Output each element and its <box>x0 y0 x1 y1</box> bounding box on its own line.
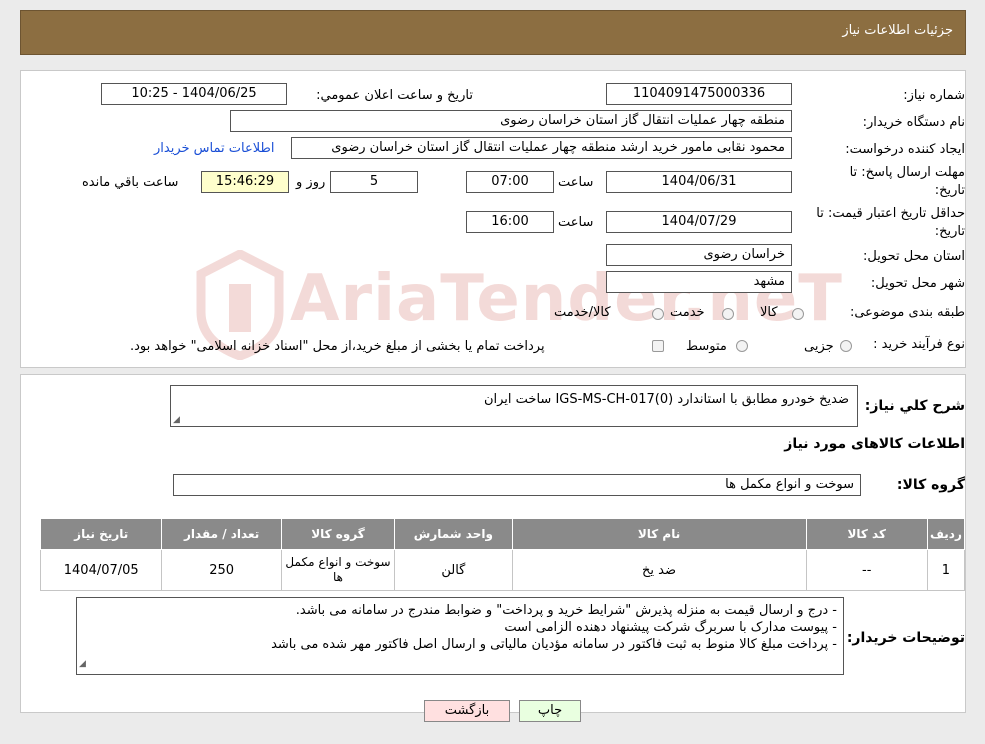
city-field: مشهد <box>606 271 792 293</box>
treasury-note: پرداخت تمام یا بخشی از مبلغ خرید،از محل … <box>130 339 545 354</box>
col-code: کد کالا <box>805 518 928 550</box>
table-header-row: ردیف کد کالا نام کالا واحد شمارش گروه کا… <box>39 518 966 550</box>
remaining-time-field: 15:46:29 <box>201 171 289 193</box>
province-label: استان محل تحویل: <box>863 249 965 264</box>
cell-quantity: 250 <box>161 549 282 591</box>
goods-group-label: گروه کالا: <box>896 477 965 493</box>
process-radio-medium[interactable] <box>736 340 748 352</box>
category-option-goods-service: کالا/خدمت <box>554 305 611 320</box>
category-option-service: خدمت <box>670 305 705 320</box>
buyer-note-line: - پرداخت مبلغ کالا منوط به ثبت فاکتور در… <box>271 637 837 652</box>
remaining-time-label: ساعت باقي مانده <box>82 175 179 190</box>
buyer-notes-field: - درج و ارسال قیمت به منزله پذیرش "شرایط… <box>76 597 844 675</box>
category-label: طبقه بندی موضوعی: <box>849 305 965 320</box>
buyer-label: نام دستگاه خریدار: <box>862 115 965 130</box>
resize-grip-icon[interactable]: ◢ <box>173 415 180 425</box>
col-name: نام کالا <box>511 518 807 550</box>
cell-name: ضد یخ <box>511 549 807 591</box>
table-row: 1 -- ضد یخ گالن سوخت و انواع مکمل ها 250… <box>39 549 966 591</box>
requester-field: محمود نقابی مامور خرید ارشد منطقه چهار ع… <box>291 137 792 159</box>
col-quantity: تعداد / مقدار <box>161 518 282 550</box>
description-text: ضدیخ خودرو مطابق با استاندارد IGS-MS-CH-… <box>483 392 849 407</box>
description-field: ضدیخ خودرو مطابق با استاندارد IGS-MS-CH-… <box>170 385 858 427</box>
back-button[interactable]: بازگشت <box>424 700 510 722</box>
category-radio-goods-service[interactable] <box>652 308 664 320</box>
page-title: جزئیات اطلاعات نیاز <box>842 23 953 38</box>
deadline-label-line2: تاریخ: <box>934 183 965 198</box>
col-unit: واحد شمارش <box>394 518 513 550</box>
deadline-time-field: 07:00 <box>466 171 554 193</box>
process-option-medium: متوسط <box>686 339 727 354</box>
col-date: تاریخ نیاز <box>39 518 163 550</box>
announce-field: 1404/06/25 - 10:25 <box>101 83 287 105</box>
col-row: ردیف <box>926 518 966 550</box>
print-button[interactable]: چاپ <box>519 700 581 722</box>
province-field: خراسان رضوی <box>606 244 792 266</box>
treasury-checkbox[interactable] <box>652 340 664 352</box>
cell-date: 1404/07/05 <box>39 549 163 591</box>
buyer-notes-label: توضیحات خریدار: <box>846 630 965 646</box>
process-option-minor: جزیی <box>804 339 834 354</box>
validity-label-line2: تاریخ: <box>934 224 965 239</box>
need-number-field: 1104091475000336 <box>606 83 792 105</box>
col-group: گروه کالا <box>280 518 396 550</box>
items-table: ردیف کد کالا نام کالا واحد شمارش گروه کا… <box>39 518 966 591</box>
process-label: نوع فرآیند خرید : <box>873 337 965 352</box>
category-radio-goods[interactable] <box>792 308 804 320</box>
goods-section-title: اطلاعات کالاهای مورد نیاز <box>784 436 965 452</box>
goods-group-field: سوخت و انواع مکمل ها <box>173 474 861 496</box>
announce-label: تاریخ و ساعت اعلان عمومي: <box>316 88 473 103</box>
validity-date-field: 1404/07/29 <box>606 211 792 233</box>
resize-grip-icon[interactable]: ◢ <box>79 656 86 673</box>
cell-row: 1 <box>926 549 966 591</box>
deadline-days-label: روز و <box>296 175 326 190</box>
page-header: جزئیات اطلاعات نیاز <box>20 10 966 55</box>
city-label: شهر محل تحویل: <box>870 276 965 291</box>
buyer-contact-link[interactable]: اطلاعات تماس خریدار <box>154 141 274 156</box>
buyer-field: منطقه چهار عملیات انتقال گاز استان خراسا… <box>230 110 792 132</box>
category-option-goods: کالا <box>760 305 778 320</box>
process-radio-minor[interactable] <box>840 340 852 352</box>
buyer-note-line: - پیوست مدارک با سربرگ شرکت پیشنهاد دهند… <box>504 620 837 635</box>
validity-time-label: ساعت <box>558 215 594 230</box>
cell-unit: گالن <box>394 549 513 591</box>
category-radio-service[interactable] <box>722 308 734 320</box>
need-number-label: شماره نیاز: <box>903 88 965 103</box>
validity-time-field: 16:00 <box>466 211 554 233</box>
deadline-days-field: 5 <box>330 171 418 193</box>
requester-label: ایجاد کننده درخواست: <box>845 142 965 157</box>
cell-group: سوخت و انواع مکمل ها <box>280 549 396 591</box>
deadline-date-field: 1404/06/31 <box>606 171 792 193</box>
description-label: شرح کلي نیاز: <box>864 398 965 414</box>
deadline-label-line1: مهلت ارسال پاسخ: تا <box>849 165 965 180</box>
validity-label-line1: حداقل تاریخ اعتبار قیمت: تا <box>816 206 965 221</box>
deadline-time-label: ساعت <box>558 175 594 190</box>
cell-code: -- <box>805 549 928 591</box>
buyer-note-line: - درج و ارسال قیمت به منزله پذیرش "شرایط… <box>295 603 837 618</box>
